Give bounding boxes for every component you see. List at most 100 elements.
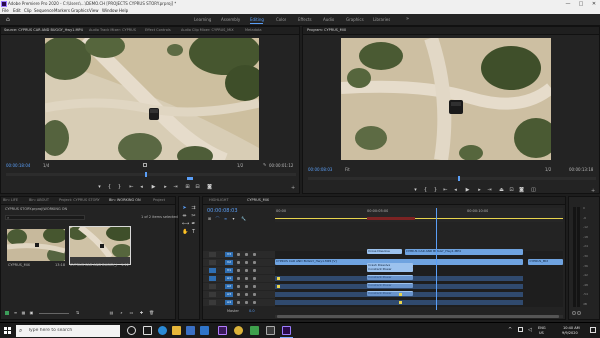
menu-graphics[interactable]: Graphics: [71, 8, 89, 13]
project-search-input[interactable]: ⌕: [5, 215, 85, 220]
menu-window[interactable]: Window: [102, 8, 118, 13]
settings-icon[interactable]: [143, 163, 147, 167]
track-name[interactable]: A1: [225, 276, 233, 281]
menu-clip[interactable]: Clip: [24, 8, 32, 13]
source-resolution-select[interactable]: 1/2: [237, 163, 243, 168]
tab-bin-working-on[interactable]: Bin: WORKING ON: [109, 198, 141, 203]
play-icon[interactable]: ▶: [151, 185, 156, 190]
tab-cyprus-mix[interactable]: CYPRUS_MIX: [247, 198, 269, 203]
timeline-timecode[interactable]: 00:00:08:03: [207, 208, 238, 214]
clock-time[interactable]: 10:40 AM: [563, 326, 580, 330]
mark-out-icon[interactable]: }: [433, 188, 438, 193]
step-back-icon[interactable]: ◂: [453, 188, 458, 193]
play-icon[interactable]: ▶: [465, 188, 470, 193]
lock-icon[interactable]: [237, 261, 240, 264]
audio-clip[interactable]: [275, 276, 523, 281]
type-tool-icon[interactable]: T: [191, 230, 196, 235]
go-to-in-icon[interactable]: ⇤: [129, 185, 134, 190]
input-language[interactable]: ENG: [538, 326, 546, 330]
track-area[interactable]: Cross Dissolve CYPRUS CAR AND BUGGY_Hwy1.…: [275, 249, 563, 307]
windows-start-icon[interactable]: [4, 327, 12, 335]
step-forward-icon[interactable]: ▸: [163, 185, 168, 190]
timeline-clip[interactable]: CYPRUS_MIX: [528, 259, 563, 265]
program-resolution-select[interactable]: 1/2: [545, 167, 551, 172]
add-marker-icon[interactable]: ▾: [413, 188, 418, 193]
linked-selection-icon[interactable]: ∞: [223, 216, 228, 221]
source-timecode[interactable]: 00:00:18:04: [6, 163, 30, 168]
mute-icon[interactable]: [245, 277, 248, 280]
go-to-out-icon[interactable]: ⇥: [173, 185, 178, 190]
work-area-bar[interactable]: [275, 218, 563, 219]
cortana-icon[interactable]: [127, 326, 136, 335]
audio-clip[interactable]: [275, 284, 523, 289]
lift-icon[interactable]: ⏏: [499, 188, 504, 193]
ripple-edit-tool-icon[interactable]: ⇹: [182, 214, 187, 219]
lock-icon[interactable]: [237, 285, 240, 288]
source-patch-toggle[interactable]: [209, 284, 216, 289]
program-video-frame[interactable]: [341, 38, 551, 160]
solo-icon[interactable]: [253, 301, 256, 304]
premiere-rush-icon[interactable]: [218, 326, 227, 335]
freeform-view-icon[interactable]: ▣: [29, 310, 34, 315]
workspace-graphics[interactable]: Graphics: [346, 17, 364, 22]
insert-icon[interactable]: ⊞: [185, 185, 190, 190]
timeline-clip[interactable]: CYPRUS CAR AND BUGGY_Hwy1.MP4: [404, 249, 523, 255]
workspace-assembly[interactable]: Assembly: [221, 17, 240, 22]
source-scrubber[interactable]: [6, 172, 296, 177]
go-to-out-icon[interactable]: ⇥: [487, 188, 492, 193]
close-button[interactable]: ✕: [588, 1, 600, 7]
mark-in-icon[interactable]: {: [107, 185, 112, 190]
volume-icon[interactable]: ◁: [528, 327, 532, 333]
new-item-icon[interactable]: ✚: [139, 310, 144, 315]
icon-view-icon[interactable]: ▦: [21, 310, 26, 315]
menu-sequence[interactable]: Sequence: [34, 8, 54, 13]
edge-browser-icon[interactable]: [158, 326, 167, 335]
sync-icon[interactable]: [245, 253, 248, 256]
store-icon[interactable]: [186, 326, 195, 335]
razor-tool-icon[interactable]: ✂: [191, 214, 196, 219]
master-track-value[interactable]: 0.0: [249, 309, 255, 314]
source-patch-toggle[interactable]: [209, 252, 216, 257]
tab-audio-track-mixer[interactable]: Audio Track Mixer: CYPRUS: [89, 28, 136, 33]
lock-icon[interactable]: [237, 269, 240, 272]
pen-tool-icon[interactable]: ✒: [191, 222, 196, 227]
new-bin-icon[interactable]: ▭: [129, 310, 134, 315]
extract-icon[interactable]: ⊡: [509, 188, 514, 193]
clear-icon[interactable]: 🗑: [149, 310, 154, 315]
workspace-color[interactable]: Color: [276, 17, 286, 22]
tab-bin-about[interactable]: Bin: ABOUT: [29, 198, 49, 203]
zoom-slider[interactable]: [39, 313, 69, 314]
solo-icon[interactable]: [253, 293, 256, 296]
minimize-button[interactable]: —: [562, 1, 574, 7]
track-name[interactable]: V1: [225, 268, 233, 273]
wrench-icon[interactable]: ✎: [263, 163, 267, 167]
chrome-icon[interactable]: [234, 326, 243, 335]
go-to-in-icon[interactable]: ⇤: [443, 188, 448, 193]
source-video-frame[interactable]: [45, 38, 259, 160]
source-patch-toggle[interactable]: [209, 260, 216, 265]
insert-sequence-icon[interactable]: ⊞: [207, 216, 212, 221]
workspace-effects[interactable]: Effects: [298, 17, 312, 22]
source-zoom-select[interactable]: 1/4: [43, 163, 49, 168]
add-marker-icon[interactable]: ▾: [97, 185, 102, 190]
track-name[interactable]: A2: [225, 284, 233, 289]
export-frame-icon[interactable]: ◙: [519, 188, 524, 193]
solo-left-icon[interactable]: [572, 311, 576, 315]
tray-chevron-icon[interactable]: ^: [508, 327, 512, 333]
workspace-learning[interactable]: Learning: [194, 17, 211, 22]
lock-icon[interactable]: [237, 277, 240, 280]
task-view-icon[interactable]: [143, 326, 152, 335]
premiere-pro-icon[interactable]: [282, 326, 291, 335]
workspace-audio[interactable]: Audio: [323, 17, 334, 22]
tab-audio-clip-mixer[interactable]: Audio Clip Mixer: CYPRUS_MIX: [181, 28, 234, 33]
source-playhead[interactable]: [145, 172, 148, 177]
file-explorer-icon[interactable]: [172, 326, 181, 335]
home-icon[interactable]: ⌂: [6, 17, 12, 23]
timeline-ruler[interactable]: 00:00 00:00:05:00 00:00:10:00: [275, 208, 563, 222]
timeline-clip[interactable]: Cross Dissolve: [367, 249, 402, 254]
list-view-icon[interactable]: ≡: [13, 310, 18, 315]
workspace-editing[interactable]: Editing: [250, 17, 264, 22]
write-lock-icon[interactable]: [5, 311, 9, 315]
sort-icon[interactable]: ⇅: [75, 310, 80, 315]
mute-icon[interactable]: [245, 301, 248, 304]
